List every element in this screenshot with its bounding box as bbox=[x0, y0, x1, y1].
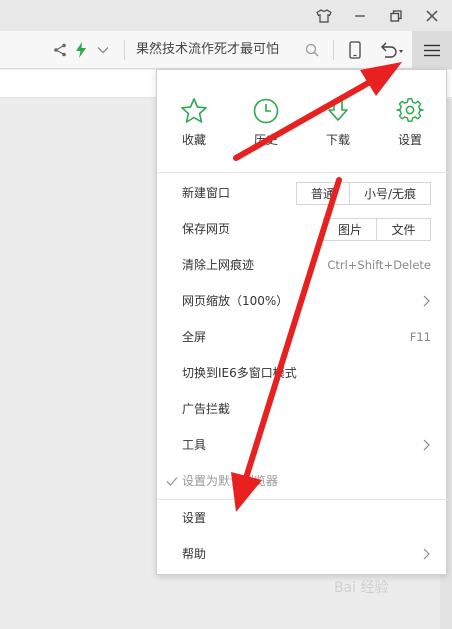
undo-icon bbox=[381, 42, 403, 58]
menu-item-label: 设置 bbox=[182, 511, 207, 525]
mobile-button[interactable] bbox=[344, 31, 366, 69]
quick-action-label: 收藏 bbox=[181, 133, 206, 147]
lightning-icon bbox=[76, 42, 86, 58]
menu-item-label: 保存网页 bbox=[182, 222, 231, 236]
quick-downloads[interactable]: 下载 bbox=[313, 96, 363, 148]
chevron-right-icon bbox=[423, 548, 430, 560]
save-page-image-button[interactable]: 图片 bbox=[323, 218, 377, 241]
menu-item-label: 设置为默认浏览器 bbox=[182, 474, 279, 488]
menu-item-label: 新建窗口 bbox=[182, 186, 231, 200]
chevron-down-icon bbox=[97, 47, 109, 54]
page-viewport bbox=[0, 99, 158, 629]
share-icon bbox=[54, 43, 66, 57]
menu-item-settings[interactable]: 设置 bbox=[157, 500, 448, 536]
clock-icon bbox=[253, 98, 279, 124]
restore-button[interactable] bbox=[378, 0, 414, 31]
phone-icon bbox=[349, 41, 361, 59]
undo-close-button[interactable] bbox=[376, 31, 406, 69]
menu-item-zoom[interactable]: 网页缩放（100%） bbox=[157, 283, 448, 319]
search-input[interactable]: 果然技术流作死才最可怕 bbox=[136, 31, 296, 69]
quick-history[interactable]: 历史 bbox=[241, 96, 291, 148]
menu-item-label: 网页缩放（100%） bbox=[182, 294, 289, 308]
new-window-normal-button[interactable]: 普通 bbox=[296, 182, 350, 205]
speed-mode-button[interactable] bbox=[72, 31, 90, 69]
star-icon bbox=[181, 98, 207, 123]
new-window-incognito-button[interactable]: 小号/无痕 bbox=[349, 182, 431, 205]
chevron-right-icon bbox=[423, 295, 430, 307]
toolbar-separator bbox=[124, 40, 125, 60]
skin-button[interactable] bbox=[306, 0, 342, 31]
menu-item-shortcut: F11 bbox=[409, 330, 431, 344]
quick-action-label: 历史 bbox=[253, 133, 278, 147]
menu-item-label: 切换到IE6多窗口模式 bbox=[182, 366, 297, 380]
menu-item-clear-history[interactable]: 清除上网痕迹 Ctrl+Shift+Delete bbox=[157, 247, 448, 283]
download-icon bbox=[328, 99, 348, 121]
hamburger-menu-icon bbox=[424, 44, 440, 56]
menu-item-fullscreen[interactable]: 全屏 F11 bbox=[157, 319, 448, 355]
menu-item-label: 全屏 bbox=[182, 330, 207, 344]
menu-item-ie6-mode[interactable]: 切换到IE6多窗口模式 bbox=[157, 355, 448, 391]
menu-divider bbox=[157, 172, 448, 173]
shirt-icon bbox=[316, 8, 332, 23]
minimize-button[interactable] bbox=[342, 0, 378, 31]
save-page-file-button[interactable]: 文件 bbox=[376, 218, 431, 241]
restore-icon bbox=[390, 9, 402, 22]
close-button[interactable] bbox=[414, 0, 450, 31]
title-bar bbox=[0, 0, 452, 31]
menu-item-label: 工具 bbox=[182, 438, 207, 452]
quick-favorites[interactable]: 收藏 bbox=[169, 96, 219, 148]
watermark: Bai 经验 bbox=[334, 580, 389, 596]
mode-dropdown-button[interactable] bbox=[92, 31, 114, 69]
menu-item-set-default[interactable]: 设置为默认浏览器 bbox=[157, 463, 448, 499]
menu-item-label: 广告拦截 bbox=[182, 402, 231, 416]
checkmark-icon bbox=[166, 477, 178, 486]
chevron-right-icon bbox=[423, 439, 430, 451]
search-icon bbox=[305, 43, 319, 57]
gear-icon bbox=[396, 98, 424, 122]
menu-item-label: 帮助 bbox=[182, 547, 207, 561]
menu-item-shortcut: Ctrl+Shift+Delete bbox=[327, 258, 431, 272]
menu-item-save-page: 保存网页 图片 文件 bbox=[157, 211, 448, 247]
toolbar: 果然技术流作死才最可怕 bbox=[0, 31, 452, 69]
toolbar-separator bbox=[333, 40, 334, 60]
menu-item-new-window: 新建窗口 普通 小号/无痕 bbox=[157, 175, 448, 211]
main-menu-dropdown: 收藏 历史 下载 设置 新建窗口 普通 小号/无痕 保存网页 图片 文件 清除上… bbox=[156, 69, 448, 575]
menu-item-label: 清除上网痕迹 bbox=[182, 258, 255, 272]
minimize-icon bbox=[355, 14, 365, 17]
share-button[interactable] bbox=[50, 31, 70, 69]
close-icon bbox=[426, 10, 438, 21]
quick-action-label: 下载 bbox=[325, 133, 350, 147]
search-button[interactable] bbox=[300, 31, 324, 69]
quick-settings[interactable]: 设置 bbox=[385, 96, 435, 148]
menu-item-help[interactable]: 帮助 bbox=[157, 536, 448, 572]
quick-action-label: 设置 bbox=[397, 133, 422, 147]
menu-item-adblock[interactable]: 广告拦截 bbox=[157, 391, 448, 427]
main-menu-button[interactable] bbox=[412, 31, 452, 69]
menu-item-tools[interactable]: 工具 bbox=[157, 427, 448, 463]
